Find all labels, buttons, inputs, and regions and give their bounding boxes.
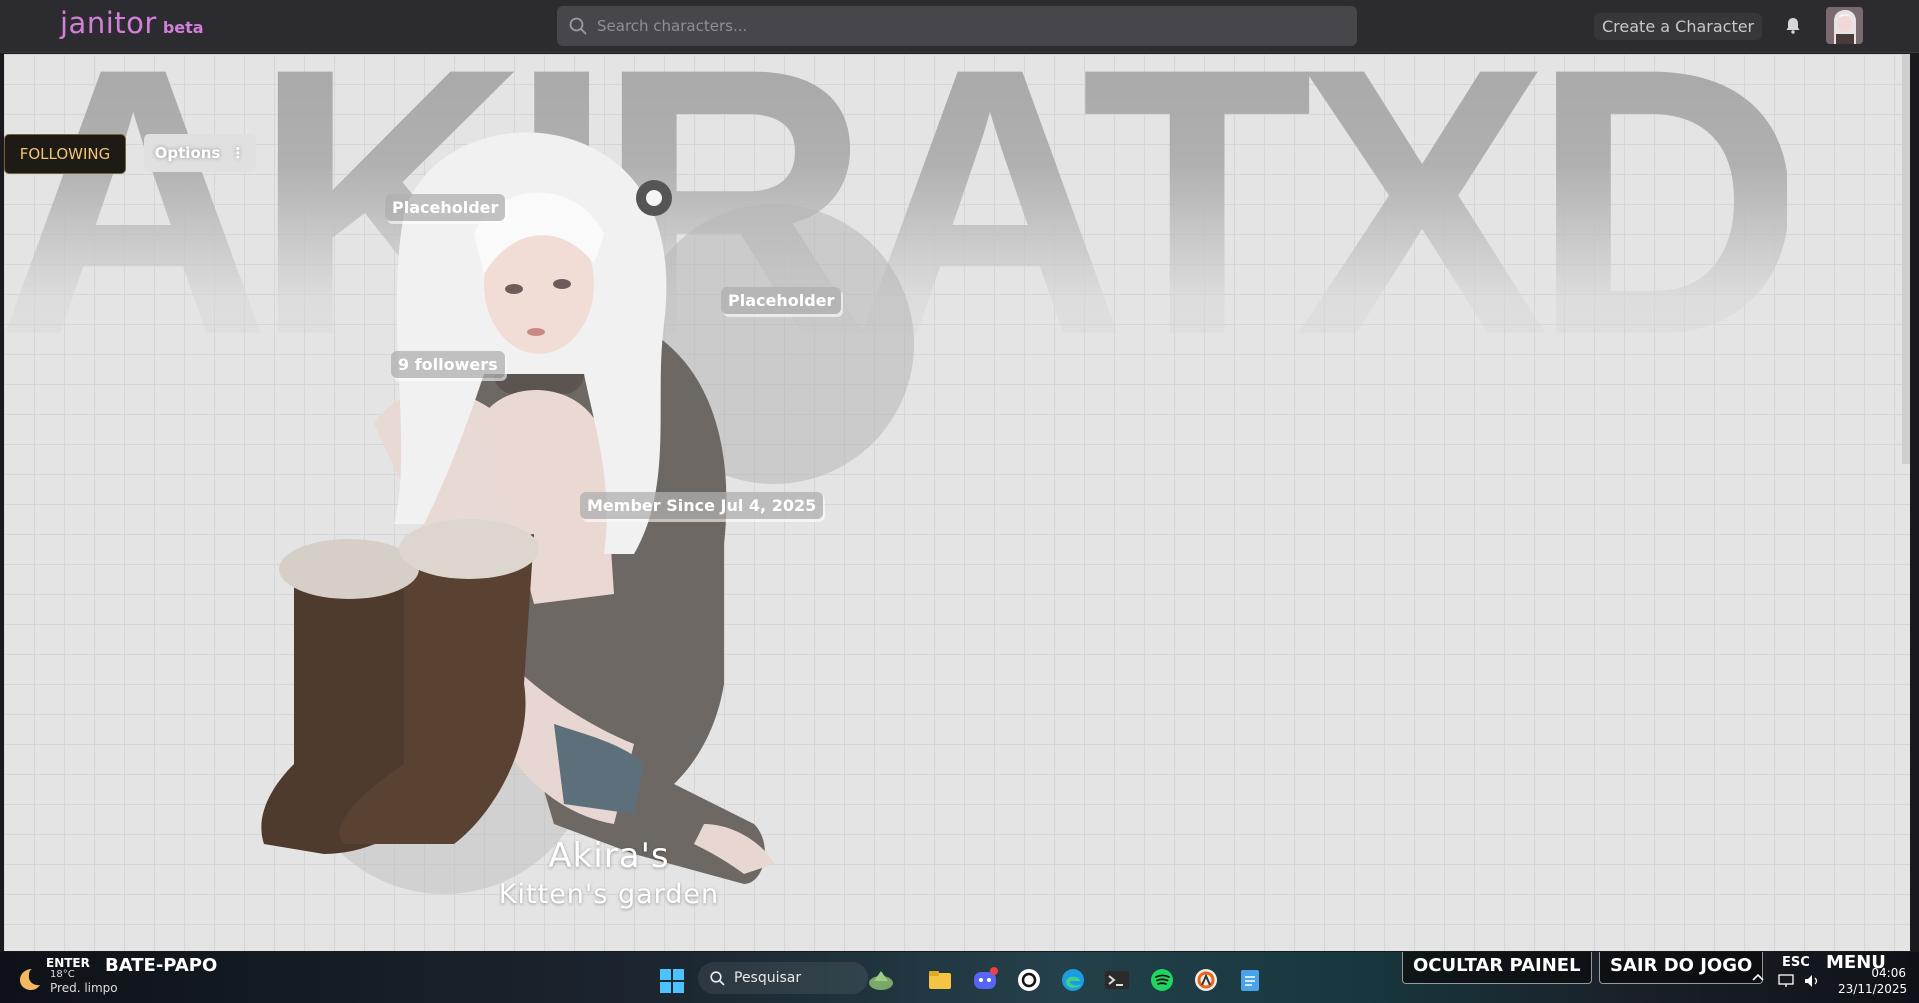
terminal-icon[interactable]	[1104, 967, 1130, 993]
followers-count[interactable]: 9 followers	[391, 351, 505, 378]
search-input[interactable]	[597, 17, 1357, 35]
clock-date: 23/11/2025	[1838, 982, 1908, 996]
options-label: Options	[154, 144, 221, 162]
spotify-icon[interactable]	[1149, 967, 1175, 993]
clock-time: 04:06	[1871, 966, 1906, 980]
esc-key-label: ESC	[1782, 955, 1810, 970]
bell-icon[interactable]	[1784, 16, 1802, 35]
beta-badge: beta	[162, 18, 204, 37]
user-avatar[interactable]	[1826, 7, 1863, 44]
windows-start-icon[interactable]	[660, 969, 684, 993]
discord-icon[interactable]	[972, 967, 998, 993]
notepad-icon[interactable]	[1237, 967, 1263, 993]
weather-condition: Pred. limpo	[50, 981, 118, 995]
temperature: 18°C	[50, 969, 75, 980]
search-icon	[569, 17, 587, 35]
chatgpt-icon[interactable]	[1016, 967, 1042, 993]
chat-label[interactable]: BATE-PAPO	[105, 955, 217, 976]
network-icon[interactable]	[1778, 974, 1794, 988]
profile-title: Akira's	[548, 836, 670, 876]
exit-game-button[interactable]: SAIR DO JOGO	[1599, 952, 1764, 984]
chevron-up-icon[interactable]	[1752, 973, 1764, 981]
logo-text: janitor	[60, 6, 157, 40]
profile-subtitle: Kitten's garden	[498, 879, 720, 910]
avatar-image	[1826, 7, 1863, 44]
taskbar-search[interactable]: Pesquisar	[698, 962, 868, 994]
edge-browser-icon[interactable]	[1060, 967, 1086, 993]
kebab-menu-icon: ⋮	[230, 144, 246, 162]
plant-widget-icon[interactable]	[868, 967, 894, 993]
overwatch-icon[interactable]	[1193, 967, 1219, 993]
scrollbar[interactable]	[1902, 54, 1910, 464]
janitor-logo[interactable]: janitor beta	[60, 6, 204, 40]
top-navbar: janitor beta Create a Character	[0, 0, 1919, 53]
profile-tag: Placeholder	[721, 287, 842, 314]
hide-panel-button[interactable]: OCULTAR PAINEL	[1402, 952, 1592, 984]
enter-key-label: ENTER	[46, 956, 90, 970]
character-illustration	[261, 132, 914, 894]
member-since: Member Since Jul 4, 2025	[580, 492, 824, 519]
create-character-button[interactable]: Create a Character	[1594, 13, 1763, 40]
profile-tag: Placeholder	[385, 194, 506, 221]
moon-weather-icon	[20, 969, 40, 990]
file-explorer-icon[interactable]	[927, 967, 953, 993]
taskbar-search-label: Pesquisar	[734, 970, 802, 986]
volume-icon[interactable]	[1804, 974, 1820, 988]
taskbar: ENTER 18°C Pred. limpo BATE-PAPO Pesquis…	[0, 952, 1919, 1003]
search-bar[interactable]	[557, 6, 1357, 46]
following-button[interactable]: FOLLOWING	[4, 134, 126, 174]
options-button[interactable]: Options ⋮	[144, 134, 256, 172]
search-icon	[710, 971, 725, 986]
profile-banner: AKIRATXD FOLLOWING Options ⋮ Placeholder…	[4, 54, 1910, 951]
